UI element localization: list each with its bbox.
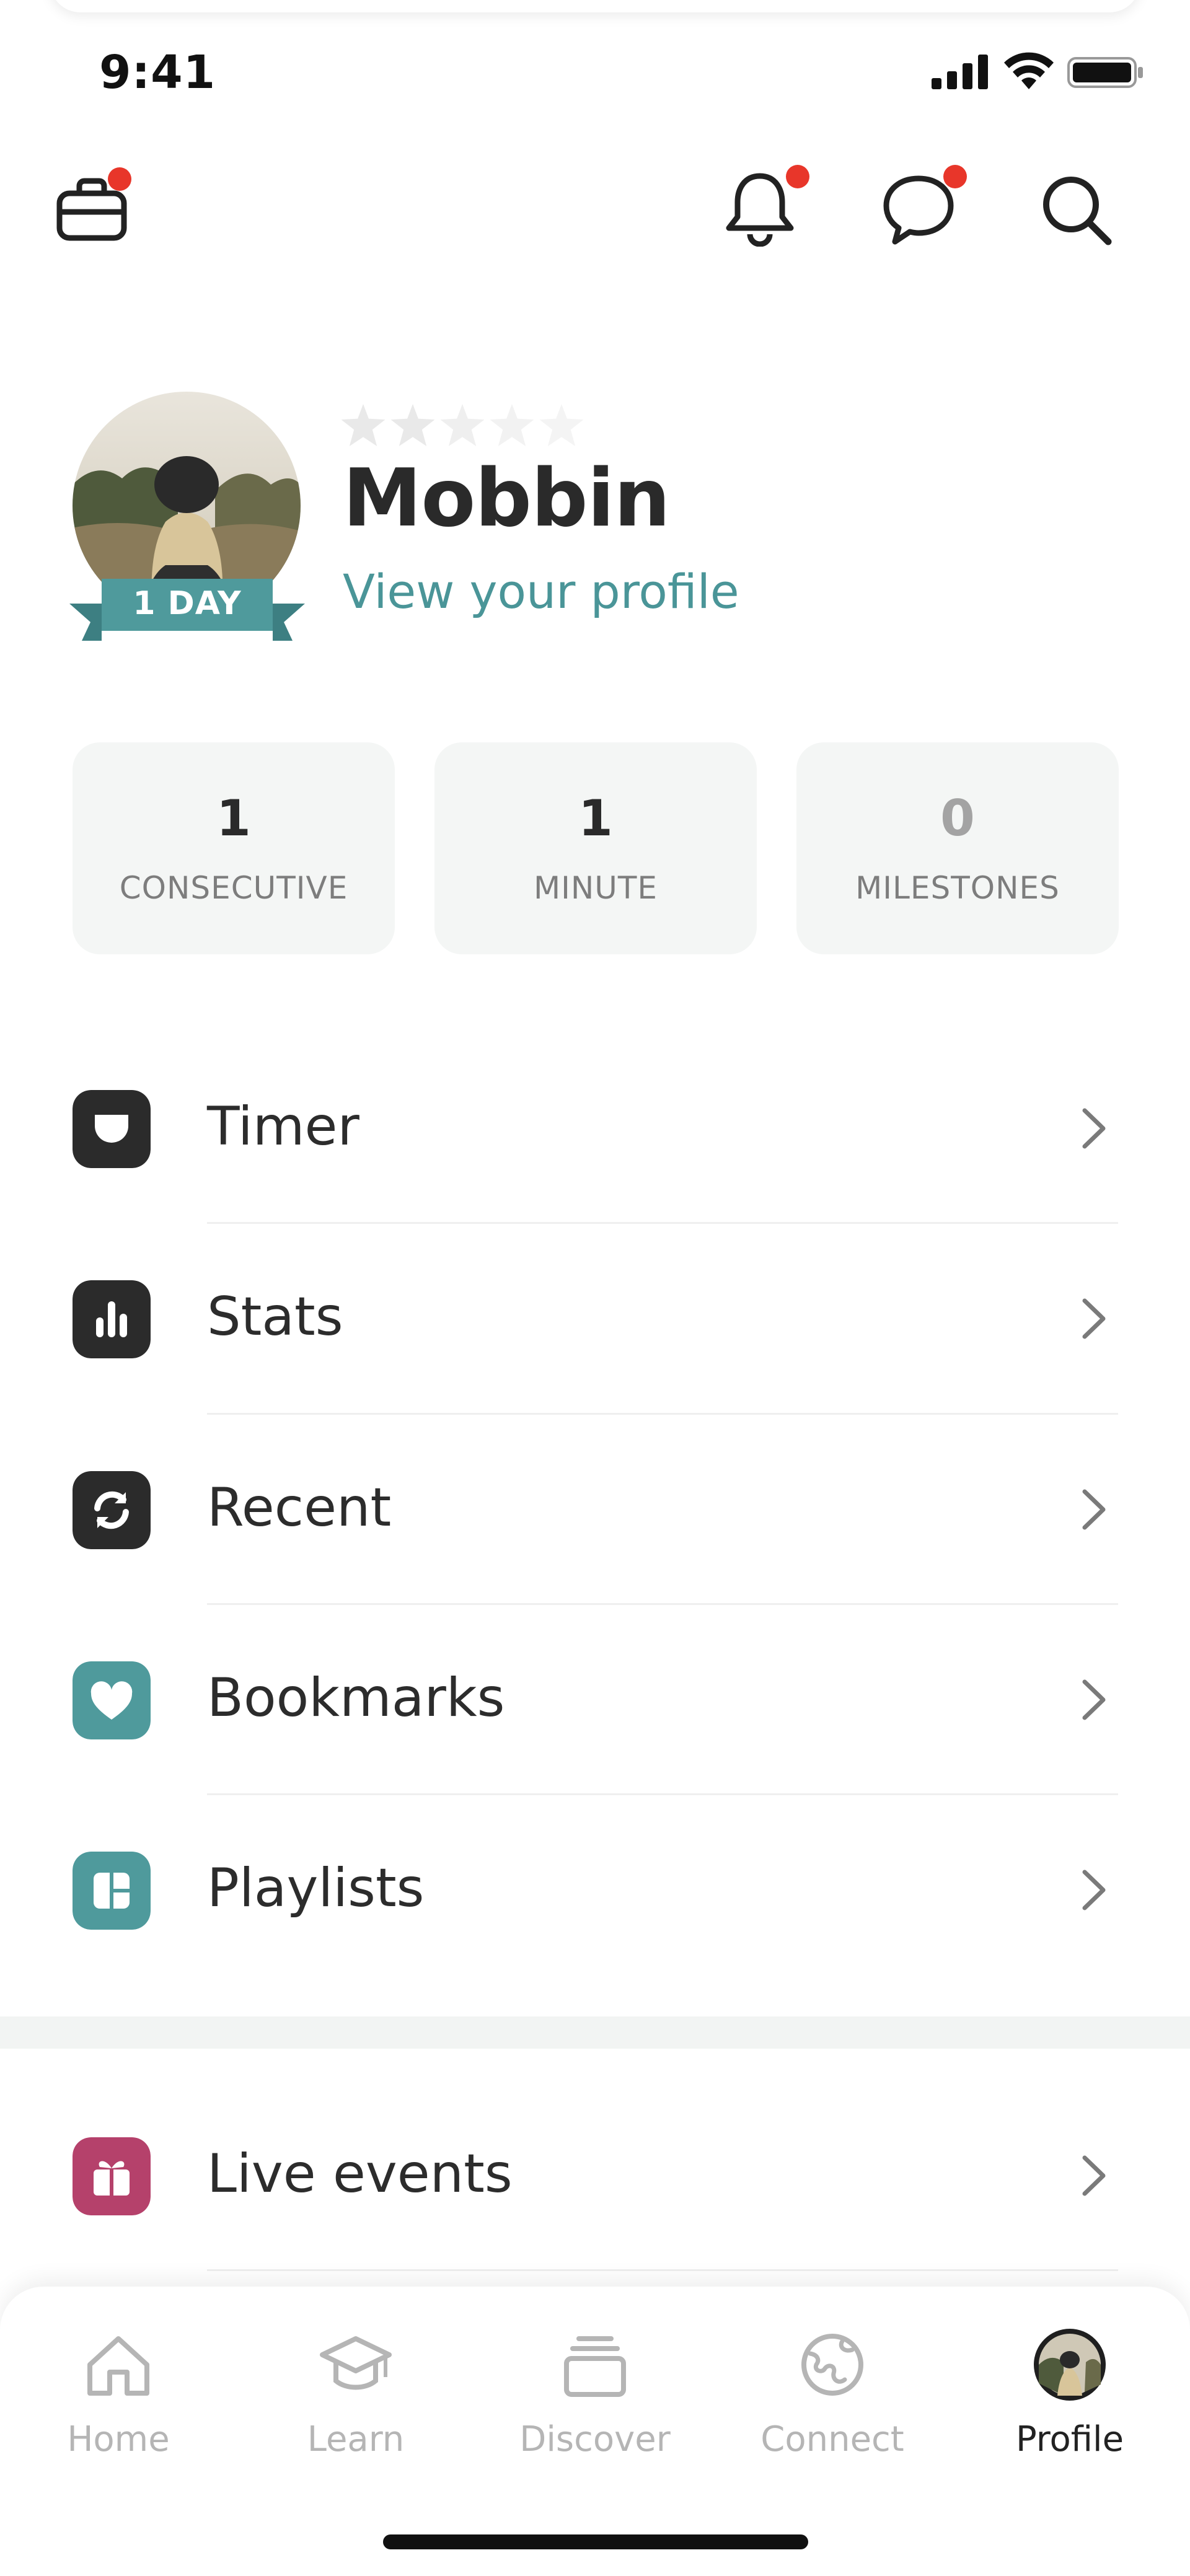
battery-icon (1067, 57, 1143, 88)
tab-learn[interactable]: Learn (263, 2315, 449, 2476)
tab-label: Profile (1015, 2419, 1124, 2460)
notification-badge (786, 165, 809, 188)
menu-item-timer[interactable]: Timer (0, 1034, 1190, 1223)
gift-icon (73, 2137, 151, 2215)
star-icon (539, 404, 584, 446)
view-profile-link[interactable]: View your profile (343, 564, 739, 619)
menu-label: Bookmarks (207, 1667, 505, 1729)
stat-label: MINUTE (533, 870, 658, 906)
notification-badge (108, 167, 131, 191)
chevron-right-icon (1082, 1489, 1106, 1530)
globe-icon (801, 2334, 863, 2396)
grid-icon (73, 1852, 151, 1930)
section-separator (0, 2016, 1190, 2049)
briefcase-button[interactable] (55, 167, 131, 247)
status-time: 9:41 (99, 46, 216, 99)
messages-button[interactable] (880, 165, 967, 245)
star-icon (390, 404, 435, 446)
notifications-button[interactable] (723, 165, 809, 247)
chevron-right-icon (1082, 1679, 1106, 1720)
menu-item-stats[interactable]: Stats (0, 1224, 1190, 1413)
menu-label: Live events (207, 2143, 513, 2205)
chevron-right-icon (1082, 1870, 1106, 1910)
tab-home[interactable]: Home (25, 2315, 211, 2476)
menu-item-recent[interactable]: Recent (0, 1415, 1190, 1604)
tab-label: Home (67, 2419, 170, 2460)
stat-value: 1 (578, 789, 613, 847)
cellular-signal-icon (932, 55, 988, 89)
bell-icon (726, 173, 794, 247)
menu-item-bookmarks[interactable]: Bookmarks (0, 1605, 1190, 1795)
profile-avatar-badge[interactable]: 1 DAY (69, 392, 305, 646)
menu-label: Stats (207, 1286, 343, 1348)
home-icon (87, 2336, 149, 2396)
rating-stars (341, 404, 584, 449)
chevron-right-icon (1082, 1108, 1106, 1149)
tab-connect[interactable]: Connect (739, 2315, 925, 2476)
bar-chart-icon (73, 1280, 151, 1358)
streak-badge-label: 1 DAY (133, 585, 242, 622)
tab-label: Learn (307, 2419, 405, 2460)
heart-icon (73, 1661, 151, 1739)
stat-value: 0 (940, 789, 975, 847)
star-icon (341, 404, 386, 446)
tab-label: Connect (760, 2419, 904, 2460)
star-icon (490, 404, 534, 446)
menu-label: Recent (207, 1477, 392, 1539)
timer-icon (73, 1090, 151, 1168)
search-icon (1043, 177, 1112, 245)
avatar-icon (1034, 2329, 1106, 2401)
chevron-right-icon (1082, 1298, 1106, 1339)
stat-label: MILESTONES (855, 870, 1060, 906)
wifi-icon (1004, 52, 1054, 89)
star-icon (440, 404, 485, 446)
divider (207, 2269, 1118, 2271)
top-sheet-edge (50, 0, 1140, 12)
tab-profile[interactable]: Profile (977, 2315, 1163, 2476)
stat-card-consecutive: 1 CONSECUTIVE (73, 742, 395, 954)
profile-name: Mobbin (343, 452, 671, 545)
stack-icon (564, 2336, 626, 2397)
tab-label: Discover (519, 2419, 671, 2460)
search-button[interactable] (1039, 172, 1113, 247)
graduation-cap-icon (320, 2336, 392, 2390)
menu-item-live-events[interactable]: Live events (0, 2081, 1190, 2270)
notification-badge (943, 165, 967, 188)
status-bar: 9:41 (0, 0, 1190, 124)
menu-item-playlists[interactable]: Playlists (0, 1795, 1190, 1985)
menu-label: Timer (207, 1096, 359, 1158)
chevron-right-icon (1082, 2155, 1106, 2196)
stat-card-milestones: 0 MILESTONES (796, 742, 1119, 954)
menu-label: Playlists (207, 1857, 425, 1919)
refresh-icon (73, 1471, 151, 1549)
tab-discover[interactable]: Discover (502, 2315, 688, 2476)
stat-label: CONSECUTIVE (119, 870, 348, 906)
stat-card-minute: 1 MINUTE (434, 742, 757, 954)
stat-value: 1 (216, 789, 251, 847)
home-indicator[interactable] (383, 2534, 808, 2549)
